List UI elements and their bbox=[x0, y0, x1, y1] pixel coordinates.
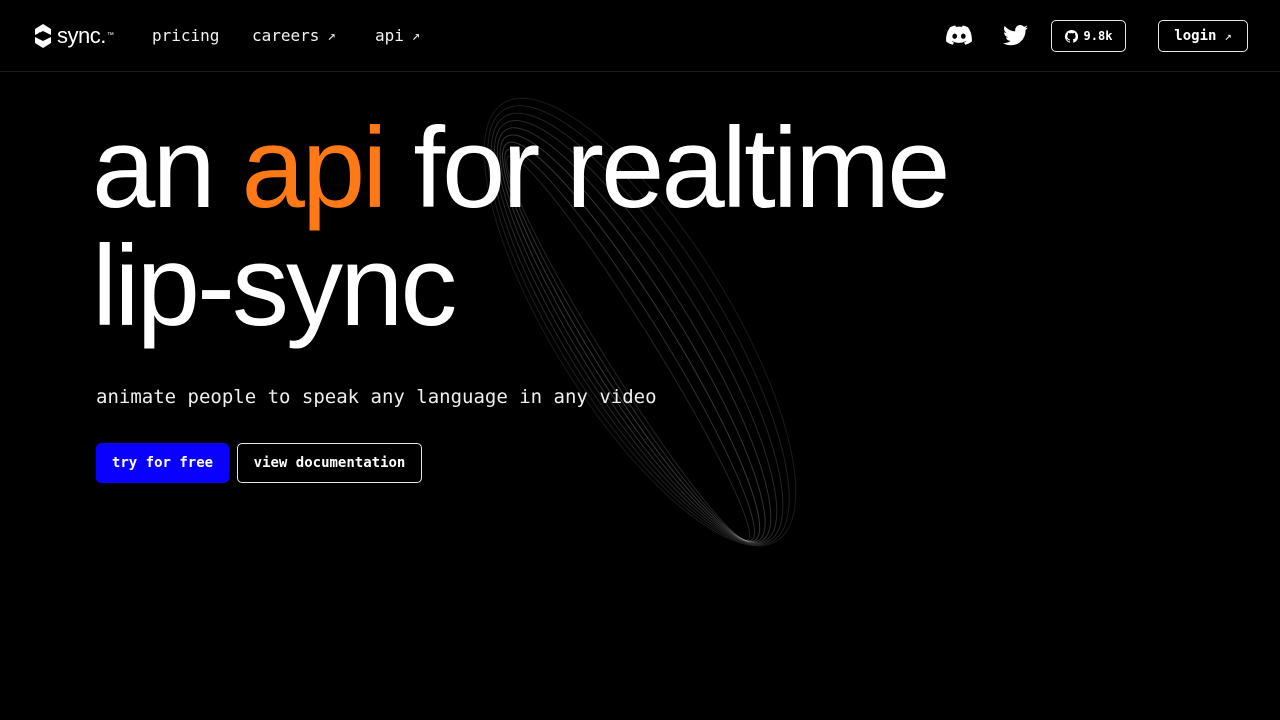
hero-subtitle: animate people to speak any language in … bbox=[96, 386, 657, 408]
logo-wordmark: sync. bbox=[57, 23, 106, 48]
sync-logo[interactable]: sync. ™ bbox=[32, 22, 114, 50]
github-stars-button[interactable]: 9.8k bbox=[1051, 20, 1126, 52]
view-documentation-button[interactable]: view documentation bbox=[237, 443, 422, 483]
login-button[interactable]: login ↗ bbox=[1158, 20, 1248, 52]
login-label: login bbox=[1174, 28, 1217, 44]
try-for-free-button[interactable]: try for free bbox=[96, 443, 229, 483]
nav-link-label: pricing bbox=[152, 26, 220, 45]
headline-accent-word: api bbox=[241, 105, 388, 232]
github-icon bbox=[1064, 29, 1078, 43]
logo-trademark: ™ bbox=[106, 32, 114, 39]
arrow-up-right-icon: ↗ bbox=[327, 28, 336, 44]
nav-link-label: careers bbox=[252, 26, 320, 45]
github-stars-count: 9.8k bbox=[1083, 29, 1113, 43]
headline-line-2: lip-sync bbox=[92, 223, 457, 350]
nav-link-careers[interactable]: careers ↗ bbox=[252, 26, 336, 46]
hero-headline: an api for realtime lip-sync bbox=[92, 110, 951, 346]
nav-link-pricing[interactable]: pricing bbox=[152, 26, 219, 46]
nav-link-label: api bbox=[375, 26, 404, 45]
top-navigation-bar: sync. ™ pricing careers ↗ api ↗ 9.8k log… bbox=[0, 0, 1280, 72]
arrow-up-right-icon: ↗ bbox=[1224, 29, 1232, 43]
nav-link-api[interactable]: api ↗ bbox=[375, 26, 420, 46]
headline-word: an bbox=[92, 105, 216, 232]
sync-logo-icon bbox=[35, 24, 51, 48]
discord-icon[interactable] bbox=[946, 25, 972, 46]
twitter-icon[interactable] bbox=[1003, 25, 1028, 46]
arrow-up-right-icon: ↗ bbox=[411, 28, 421, 44]
headline-rest: for realtime bbox=[413, 105, 950, 232]
